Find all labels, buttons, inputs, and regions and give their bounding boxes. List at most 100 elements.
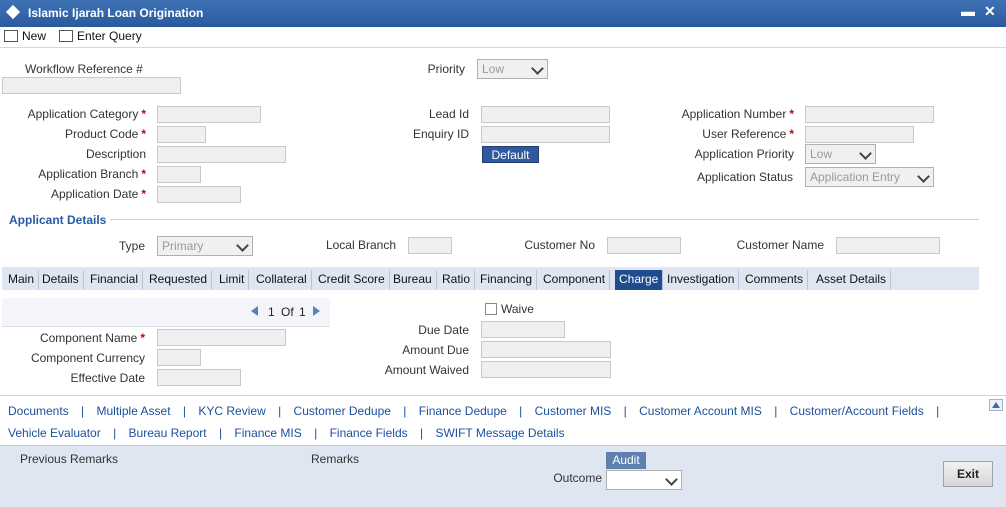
description-field[interactable] [157,146,286,163]
link-bureau-report[interactable]: Bureau Report [129,426,207,440]
tab-ratio[interactable]: Ratio [438,270,476,290]
app-status-select[interactable]: Application Entry [805,167,934,187]
lead-id-label: Lead Id [428,107,469,121]
app-diamond-icon [5,4,21,20]
user-ref-label: User Reference * [702,127,794,141]
tab-credit-score[interactable]: Credit Score [314,270,390,290]
audit-button[interactable]: Audit [606,452,646,469]
outcome-label: Outcome [553,471,602,485]
user-ref-field[interactable] [805,126,914,143]
tab-bureau[interactable]: Bureau [389,270,437,290]
app-branch-label: Application Branch * [38,167,146,181]
separator: | [278,404,282,418]
app-date-label: Application Date * [50,187,146,201]
workflow-ref-field[interactable] [2,77,181,94]
app-number-field[interactable] [805,106,934,123]
type-label: Type [118,239,145,253]
tab-charge[interactable]: Charge [615,270,664,290]
link-finance-fields[interactable]: Finance Fields [330,426,408,440]
link-finance-dedupe[interactable]: Finance Dedupe [419,404,507,418]
links-row-2: Vehicle Evaluator | Bureau Report | Fina… [8,426,565,440]
window-title: Islamic Ijarah Loan Origination [28,6,204,20]
customer-no-field[interactable] [607,237,681,254]
chevron-down-icon [917,170,930,183]
separator: | [774,404,778,418]
tab-main[interactable]: Main [4,270,40,290]
link-customer-account-fields[interactable]: Customer/Account Fields [790,404,924,418]
footer: Previous Remarks Remarks Audit Outcome [0,445,1006,507]
component-name-label: Component Name * [39,331,145,345]
tab-requested[interactable]: Requested [145,270,213,290]
toolbar: New Enter Query [0,27,1006,48]
link-customer-mis[interactable]: Customer MIS [535,404,612,418]
workflow-ref-label: Workflow Reference # [25,62,143,76]
outcome-select[interactable] [606,470,682,490]
due-date-field[interactable] [481,321,565,338]
default-button[interactable]: Default [482,146,539,163]
app-priority-select[interactable]: Low [805,144,876,164]
pager-total: 1 [299,305,306,319]
enquiry-id-field[interactable] [481,126,610,143]
tab-collateral[interactable]: Collateral [252,270,312,290]
prev-arrow-icon[interactable] [251,306,259,316]
separator: | [519,404,523,418]
applicant-section-title: Applicant Details [9,213,107,227]
separator: | [218,426,223,440]
tab-limit[interactable]: Limit [215,270,250,290]
product-code-field[interactable] [157,126,206,143]
tab-bar: Main Details Financial Requested Limit C… [2,267,979,290]
enquiry-id-label: Enquiry ID [412,127,469,141]
waive-checkbox[interactable] [485,303,497,315]
component-name-field[interactable] [157,329,286,346]
link-multiple-asset[interactable]: Multiple Asset [97,404,171,418]
component-currency-field[interactable] [157,349,201,366]
priority-select[interactable]: Low [477,59,548,79]
separator: | [314,426,318,440]
query-icon [59,30,73,42]
separator: | [419,426,424,440]
customer-no-label: Customer No [524,238,595,252]
close-icon[interactable]: ✕ [984,3,996,20]
link-swift-message-details[interactable]: SWIFT Message Details [435,426,564,440]
collapse-up-icon[interactable] [989,399,1003,411]
amount-waived-field[interactable] [481,361,611,378]
due-date-label: Due Date [418,323,469,337]
link-customer-account-mis[interactable]: Customer Account MIS [639,404,762,418]
enter-query-button[interactable]: Enter Query [59,29,142,43]
tab-investigation[interactable]: Investigation [663,270,740,290]
link-documents[interactable]: Documents [8,404,69,418]
tab-component[interactable]: Component [539,270,611,290]
link-finance-mis[interactable]: Finance MIS [234,426,301,440]
app-category-field[interactable] [157,106,261,123]
link-vehicle-evaluator[interactable]: Vehicle Evaluator [8,426,101,440]
product-code-label: Product Code * [64,127,146,141]
links-row-1: Documents | Multiple Asset | KYC Review … [8,404,948,418]
pager-of: Of [281,305,294,319]
customer-name-field[interactable] [836,237,940,254]
pager-current: 1 [268,305,275,319]
lead-id-field[interactable] [481,106,610,123]
chevron-down-icon [665,473,678,486]
link-kyc-review[interactable]: KYC Review [198,404,265,418]
exit-button[interactable]: Exit [943,461,993,487]
tab-asset-details[interactable]: Asset Details [812,270,892,290]
tab-financial[interactable]: Financial [86,270,144,290]
chevron-down-icon [531,62,544,75]
effective-date-label: Effective Date [70,371,145,385]
local-branch-field[interactable] [408,237,452,254]
minimize-icon[interactable]: ▬ [961,3,975,19]
app-date-field[interactable] [157,186,241,203]
new-button[interactable]: New [4,29,46,43]
tab-comments[interactable]: Comments [741,270,809,290]
type-select[interactable]: Primary [157,236,253,256]
local-branch-label: Local Branch [325,238,396,252]
description-label: Description [85,147,146,161]
effective-date-field[interactable] [157,369,241,386]
tab-details[interactable]: Details [38,270,84,290]
separator: | [936,404,940,418]
link-customer-dedupe[interactable]: Customer Dedupe [294,404,391,418]
tab-financing[interactable]: Financing [476,270,538,290]
amount-due-field[interactable] [481,341,611,358]
app-branch-field[interactable] [157,166,201,183]
next-arrow-icon[interactable] [313,306,321,316]
